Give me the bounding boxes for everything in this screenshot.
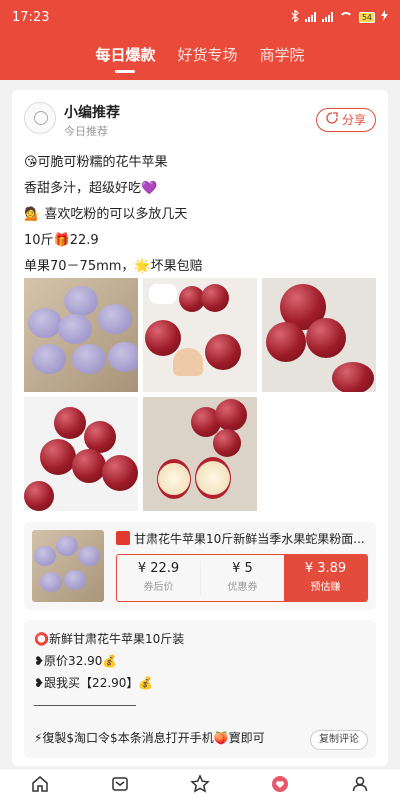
signal-2-icon (321, 12, 333, 22)
user-icon[interactable] (350, 774, 370, 794)
bluetooth-icon (291, 8, 299, 25)
photo-sticker-icon (149, 284, 177, 304)
copy-line: ❥原价32.90💰 (34, 654, 118, 668)
post-card: 小编推荐 今日推荐 分享 😘可脆可粉糯的花牛苹果 香甜多汁，超级好吃💜 💁 喜欢… (12, 90, 388, 766)
product-photo-2[interactable] (143, 278, 257, 392)
status-time: 17:23 (12, 9, 50, 25)
product-title[interactable]: 甘肃花牛苹果10斤新鲜当季水果蛇果粉面... (116, 530, 370, 547)
top-bar: 17:23 54 每日爆款 好货专场 商学院 (0, 0, 400, 80)
bottom-nav (0, 768, 400, 798)
final-price: ¥ 22.9 券后价 (137, 561, 180, 593)
product-photo-4[interactable] (24, 397, 138, 511)
tab-business-school[interactable]: 商学院 (260, 44, 305, 71)
home-icon[interactable] (30, 774, 50, 794)
copy-comment-button[interactable]: 复制评论 (310, 730, 368, 750)
post-description: 😘可脆可粉糯的花牛苹果 香甜多汁，超级好吃💜 💁 喜欢吃粉的可以多放几天 10斤… (24, 150, 376, 280)
product-thumbnail[interactable] (32, 530, 104, 602)
avatar[interactable] (24, 102, 56, 134)
post-subtitle: 今日推荐 (64, 125, 108, 138)
post-line: 😘可脆可粉糯的花牛苹果 (24, 155, 168, 170)
tmall-badge-icon (116, 531, 130, 545)
copy-text-box: ⭕新鲜甘肃花牛苹果10斤装 ❥原价32.90💰 ❥跟我买【22.90】💰 ⚡復製… (24, 620, 376, 758)
status-indicators: 54 (291, 8, 388, 25)
estimated-earn-button[interactable]: ¥ 3.89 预估赚 (284, 555, 367, 601)
status-bar: 17:23 54 (0, 0, 400, 34)
post-line: 💁 喜欢吃粉的可以多放几天 (24, 207, 188, 222)
coupon: ¥ 5 优惠券 (227, 561, 258, 593)
product-photo-3[interactable] (262, 278, 376, 392)
post-line: 香甜多汁，超级好吃💜 (24, 181, 158, 196)
wifi-icon (338, 12, 353, 22)
product-photo-5[interactable] (143, 397, 257, 511)
product-card[interactable]: 甘肃花牛苹果10斤新鲜当季水果蛇果粉面... ¥ 22.9 券后价 ¥ 5 优惠… (24, 522, 376, 610)
copy-line: ❥跟我买【22.90】💰 (34, 676, 154, 690)
heart-badge-icon[interactable] (270, 774, 290, 794)
post-header: 小编推荐 今日推荐 分享 (24, 102, 376, 142)
share-icon (326, 109, 338, 131)
share-label: 分享 (341, 113, 366, 127)
post-line: 单果70－75mm，🌟坏果包赔 (24, 259, 203, 274)
share-button[interactable]: 分享 (315, 108, 376, 132)
tab-good-goods[interactable]: 好货专场 (177, 44, 237, 71)
author-name: 小编推荐 (64, 105, 120, 121)
tab-daily-hot[interactable]: 每日爆款 (95, 44, 155, 73)
tab-bar: 每日爆款 好货专场 商学院 (0, 44, 400, 73)
post-line: 10斤🎁22.9 (24, 233, 99, 248)
product-photo-1[interactable] (24, 278, 138, 392)
charging-icon (381, 10, 388, 24)
copy-line: ⭕新鲜甘肃花牛苹果10斤装 (34, 632, 185, 646)
inbox-icon[interactable] (110, 774, 130, 794)
price-bar: ¥ 22.9 券后价 ¥ 5 优惠券 ¥ 3.89 预估赚 (116, 554, 368, 602)
divider (34, 705, 366, 727)
signal-icon (304, 12, 316, 22)
battery-icon: 54 (358, 11, 375, 23)
star-icon[interactable] (190, 773, 210, 794)
